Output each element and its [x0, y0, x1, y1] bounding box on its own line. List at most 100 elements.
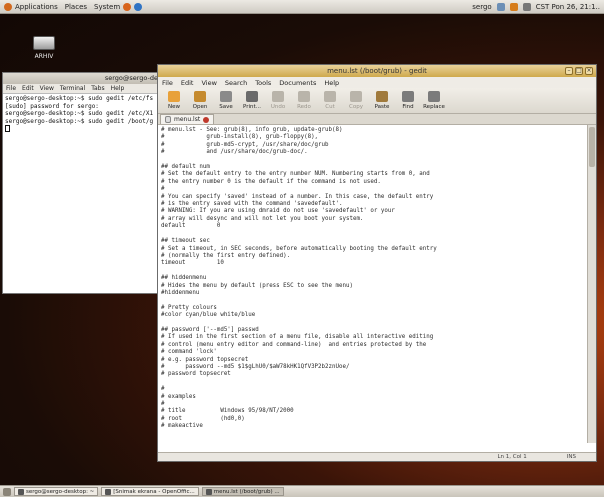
- editor-line: #hiddenmenu: [161, 289, 200, 296]
- toolbar-button-label: Find: [402, 104, 414, 110]
- help-icon[interactable]: [134, 2, 143, 11]
- undo-button: Undo: [265, 88, 291, 113]
- replace-button[interactable]: Replace: [421, 88, 447, 113]
- editor-line: # password --md5 $1$gLhU0/$aW78kHK1QfV3P…: [161, 364, 350, 370]
- editor-line: ## hiddenmenu: [161, 275, 207, 282]
- editor-line: # grub-md5-crypt, /usr/share/doc/grub: [161, 141, 329, 148]
- window-icon: [105, 488, 112, 495]
- top-panel: Applications Places System sergo CST Pon…: [0, 0, 604, 14]
- menu-edit[interactable]: Edit: [181, 79, 194, 87]
- gedit-title: menu.lst (/boot/grub) - gedit: [327, 67, 427, 75]
- close-icon[interactable]: ×: [585, 67, 593, 75]
- document-icon: [165, 116, 171, 123]
- redo-icon: [298, 91, 310, 102]
- menu-help[interactable]: Help: [324, 79, 339, 87]
- maximize-icon[interactable]: □: [575, 67, 583, 75]
- taskbar-item[interactable]: menu.lst (/boot/grub) ...: [201, 487, 284, 496]
- taskbar-item[interactable]: [Snimak ekrana - OpenOffic...: [101, 487, 199, 496]
- terminal-line: sergo@sergo-desktop:~$ sudo gedit /etc/f…: [5, 95, 154, 102]
- hard-drive-icon: [33, 36, 55, 50]
- volume-icon[interactable]: [522, 2, 531, 11]
- find-button[interactable]: Find: [395, 88, 421, 113]
- desktop-icon-label: ARHIV: [34, 53, 54, 60]
- editor-line: # If used in the first section of a menu…: [161, 334, 434, 341]
- editor-line: # the entry number 0 is the default if t…: [161, 178, 381, 185]
- update-icon[interactable]: [509, 2, 518, 11]
- menu-view[interactable]: View: [201, 79, 216, 87]
- tab-menu-lst[interactable]: menu.lst: [160, 114, 215, 124]
- redo-button: Redo: [291, 88, 317, 113]
- editor-line: # command 'lock': [161, 349, 217, 356]
- terminal-menu-terminal[interactable]: Terminal: [60, 85, 85, 92]
- toolbar-button-label: Undo: [270, 104, 286, 110]
- taskbar-item-label: sergo@sergo-desktop: ~: [26, 488, 95, 495]
- terminal-menu-edit[interactable]: Edit: [22, 85, 34, 92]
- minimize-icon[interactable]: –: [565, 67, 573, 75]
- gedit-titlebar[interactable]: menu.lst (/boot/grub) - gedit – □ ×: [158, 65, 596, 77]
- show-desktop-icon[interactable]: [3, 487, 11, 496]
- save-button[interactable]: Save: [213, 88, 239, 113]
- editor-scrollbar[interactable]: [587, 125, 596, 443]
- taskbar-item-label: menu.lst (/boot/grub) ...: [213, 488, 280, 495]
- menu-documents[interactable]: Documents: [279, 79, 316, 87]
- editor-line: # control (menu entry editor and command…: [161, 341, 427, 348]
- cut-button: Cut: [317, 88, 343, 113]
- toolbar-button-label: Redo: [297, 104, 311, 110]
- editor-line: # title Windows 95/98/NT/2000: [161, 408, 294, 415]
- editor-line: #color cyan/blue white/blue: [161, 312, 256, 319]
- scrollbar-thumb[interactable]: [589, 127, 595, 167]
- network-icon[interactable]: [496, 2, 505, 11]
- editor-line: # is the entry saved with the command 's…: [161, 201, 343, 208]
- copy-icon: [350, 91, 362, 102]
- save-icon: [220, 91, 232, 102]
- firefox-icon[interactable]: [123, 2, 132, 11]
- editor-line: #: [161, 386, 165, 393]
- editor-line: # grub-install(8), grub-floppy(8),: [161, 134, 319, 141]
- user-label[interactable]: sergo: [472, 3, 491, 11]
- editor-line: # WARNING: If you are using dmraid do no…: [161, 208, 395, 215]
- menu-search[interactable]: Search: [225, 79, 247, 87]
- cut-icon: [324, 91, 336, 102]
- copy-button: Copy: [343, 88, 369, 113]
- toolbar-button-label: Print...: [243, 104, 261, 110]
- editor-line: # menu.lst - See: grub(8), info grub, up…: [161, 127, 343, 133]
- tab-close-icon[interactable]: [203, 116, 210, 123]
- terminal-window[interactable]: sergo@sergo-de File Edit View Terminal T…: [2, 72, 162, 294]
- places-menu[interactable]: Places: [65, 3, 87, 11]
- system-menu[interactable]: System: [94, 2, 145, 11]
- editor-line: # e.g. password topsecret: [161, 356, 249, 363]
- desktop-drive-icon[interactable]: ARHIV: [27, 36, 61, 60]
- window-icon: [18, 488, 24, 495]
- gedit-window[interactable]: menu.lst (/boot/grub) - gedit – □ × File…: [157, 64, 597, 462]
- terminal-menu-view[interactable]: View: [40, 85, 54, 92]
- menu-tools[interactable]: Tools: [255, 79, 271, 87]
- applications-menu[interactable]: Applications: [4, 2, 58, 11]
- terminal-menu-help[interactable]: Help: [111, 85, 125, 92]
- editor-line: # Hides the menu by default (press ESC t…: [161, 282, 353, 289]
- document-tabs: menu.lst: [158, 114, 596, 125]
- editor-line: ## timeout sec: [161, 238, 210, 245]
- terminal-titlebar[interactable]: sergo@sergo-de: [3, 73, 161, 84]
- terminal-line: sergo@sergo-desktop:~$ sudo gedit /boot/…: [5, 117, 154, 125]
- new-button[interactable]: New: [161, 88, 187, 113]
- open-button[interactable]: Open: [187, 88, 213, 113]
- taskbar-item[interactable]: sergo@sergo-desktop: ~: [14, 487, 99, 496]
- bottom-taskbar: sergo@sergo-desktop: ~ [Snimak ekrana - O…: [0, 485, 604, 497]
- clock[interactable]: CST Pon 26, 21:1..: [536, 3, 600, 11]
- terminal-menu-tabs[interactable]: Tabs: [91, 85, 104, 92]
- menu-file[interactable]: File: [162, 79, 173, 87]
- terminal-menu-file[interactable]: File: [6, 85, 16, 92]
- paste-button[interactable]: Paste: [369, 88, 395, 113]
- print-button[interactable]: Print...: [239, 88, 265, 113]
- print-icon: [246, 91, 258, 102]
- insert-mode: INS: [566, 454, 576, 460]
- replace-icon: [428, 91, 440, 102]
- terminal-output[interactable]: sergo@sergo-desktop:~$ sudo gedit /etc/f…: [3, 94, 161, 134]
- text-editor[interactable]: # menu.lst - See: grub(8), info grub, up…: [158, 125, 588, 443]
- terminal-menubar: File Edit View Terminal Tabs Help: [3, 84, 161, 94]
- editor-line: # Set a timeout, in SEC seconds, before …: [161, 245, 437, 252]
- editor-line: #: [161, 186, 165, 193]
